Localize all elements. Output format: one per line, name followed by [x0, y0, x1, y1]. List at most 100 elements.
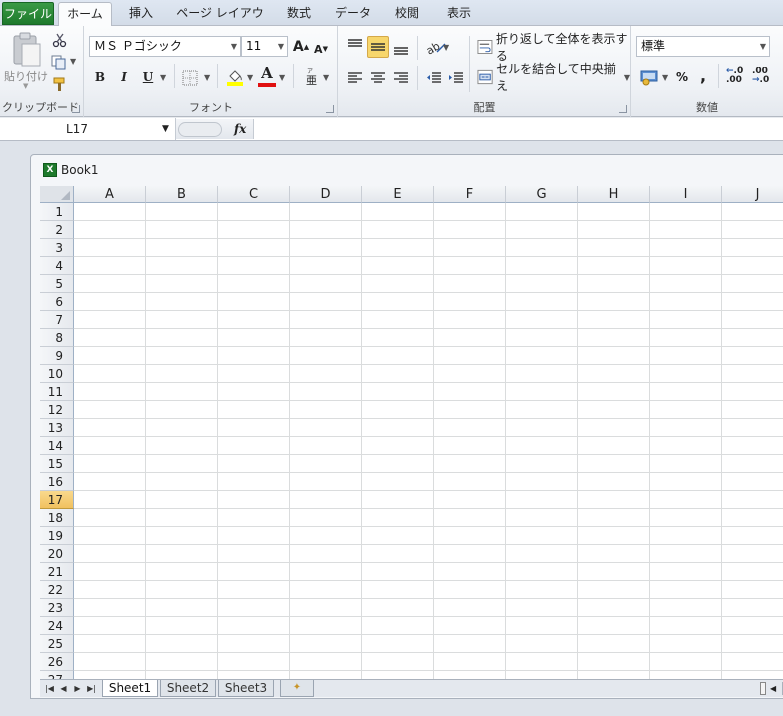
- sheet-tab-sheet1[interactable]: Sheet1: [102, 680, 158, 697]
- row-header-13[interactable]: 13: [40, 419, 74, 437]
- tab-page-layout[interactable]: ページ レイアウト: [172, 2, 268, 42]
- align-center-icon[interactable]: [369, 70, 387, 86]
- decrease-decimal-button[interactable]: .00 →.0: [752, 67, 774, 87]
- copy-icon[interactable]: [51, 54, 69, 70]
- copy-dropdown-icon[interactable]: ▼: [70, 57, 76, 66]
- format-painter-icon[interactable]: [52, 76, 68, 92]
- row-header-11[interactable]: 11: [40, 383, 74, 401]
- row-header-23[interactable]: 23: [40, 599, 74, 617]
- underline-dropdown-icon[interactable]: ▼: [160, 73, 166, 82]
- row-header-24[interactable]: 24: [40, 617, 74, 635]
- row-header-19[interactable]: 19: [40, 527, 74, 545]
- scroll-split-icon[interactable]: [760, 682, 766, 695]
- column-header-f[interactable]: F: [434, 186, 506, 203]
- prev-sheet-icon[interactable]: ◀: [58, 682, 69, 695]
- alignment-launcher-icon[interactable]: [619, 105, 627, 113]
- name-box[interactable]: L17: [0, 118, 176, 140]
- grow-font-button[interactable]: A ▲: [292, 36, 310, 58]
- paste-button[interactable]: 貼り付け ▼: [4, 30, 48, 92]
- orientation-dropdown-icon[interactable]: ▼: [443, 43, 449, 52]
- percent-button[interactable]: %: [674, 66, 690, 88]
- insert-sheet-icon[interactable]: ✦: [280, 680, 314, 697]
- increase-indent-icon[interactable]: [447, 70, 465, 86]
- row-header-5[interactable]: 5: [40, 275, 74, 293]
- tab-view[interactable]: 表示: [440, 2, 478, 26]
- row-header-17[interactable]: 17: [40, 491, 74, 509]
- align-right-icon[interactable]: [392, 70, 410, 86]
- sheet-tab-sheet2[interactable]: Sheet2: [160, 680, 216, 697]
- decrease-indent-icon[interactable]: [425, 70, 443, 86]
- select-all-button[interactable]: [40, 186, 74, 203]
- row-header-2[interactable]: 2: [40, 221, 74, 239]
- row-header-12[interactable]: 12: [40, 401, 74, 419]
- row-header-1[interactable]: 1: [40, 203, 74, 221]
- fill-color-dropdown-icon[interactable]: ▼: [247, 73, 253, 82]
- row-header-4[interactable]: 4: [40, 257, 74, 275]
- font-name-dropdown-icon[interactable]: ▼: [231, 37, 237, 56]
- clipboard-launcher-icon[interactable]: [72, 105, 80, 113]
- column-header-i[interactable]: I: [650, 186, 722, 203]
- number-format-combo[interactable]: 標準 ▼: [636, 36, 770, 57]
- row-header-18[interactable]: 18: [40, 509, 74, 527]
- borders-dropdown-icon[interactable]: ▼: [204, 73, 210, 82]
- next-sheet-icon[interactable]: ▶: [72, 682, 83, 695]
- font-launcher-icon[interactable]: [326, 105, 334, 113]
- column-header-d[interactable]: D: [290, 186, 362, 203]
- align-left-icon[interactable]: [346, 70, 364, 86]
- row-header-16[interactable]: 16: [40, 473, 74, 491]
- first-sheet-icon[interactable]: |◀: [44, 682, 55, 695]
- column-header-g[interactable]: G: [506, 186, 578, 203]
- row-header-15[interactable]: 15: [40, 455, 74, 473]
- row-header-7[interactable]: 7: [40, 311, 74, 329]
- column-header-b[interactable]: B: [146, 186, 218, 203]
- last-sheet-icon[interactable]: ▶|: [86, 682, 97, 695]
- font-color-button[interactable]: A: [258, 64, 276, 82]
- formula-input[interactable]: [256, 118, 783, 140]
- row-header-6[interactable]: 6: [40, 293, 74, 311]
- phonetic-dropdown-icon[interactable]: ▼: [323, 73, 329, 82]
- accounting-dropdown-icon[interactable]: ▼: [662, 73, 668, 82]
- row-header-3[interactable]: 3: [40, 239, 74, 257]
- formula-splitter-handle[interactable]: [178, 122, 222, 137]
- row-header-25[interactable]: 25: [40, 635, 74, 653]
- tab-formulas[interactable]: 数式: [280, 2, 318, 26]
- column-header-e[interactable]: E: [362, 186, 434, 203]
- row-header-21[interactable]: 21: [40, 563, 74, 581]
- underline-button[interactable]: U: [139, 66, 157, 88]
- insert-function-icon[interactable]: fx: [234, 119, 246, 139]
- align-bottom-icon[interactable]: [391, 38, 411, 58]
- column-header-a[interactable]: A: [74, 186, 146, 203]
- number-format-dropdown-icon[interactable]: ▼: [760, 37, 766, 56]
- scroll-left-icon[interactable]: ◀: [770, 682, 776, 695]
- tab-insert[interactable]: 挿入: [122, 2, 160, 26]
- comma-button[interactable]: ,: [696, 64, 710, 86]
- tab-file[interactable]: ファイル: [2, 2, 54, 25]
- column-header-h[interactable]: H: [578, 186, 650, 203]
- row-header-27[interactable]: 27: [40, 671, 74, 679]
- fill-color-icon[interactable]: [226, 68, 244, 86]
- shrink-font-button[interactable]: A ▼: [313, 38, 329, 60]
- merge-center-dropdown-icon[interactable]: ▼: [624, 73, 630, 82]
- row-header-8[interactable]: 8: [40, 329, 74, 347]
- borders-icon[interactable]: [182, 70, 198, 86]
- tab-review[interactable]: 校閲: [388, 2, 426, 26]
- row-header-9[interactable]: 9: [40, 347, 74, 365]
- column-header-j[interactable]: J: [722, 186, 783, 203]
- row-header-26[interactable]: 26: [40, 653, 74, 671]
- font-name-combo[interactable]: ＭＳ Ｐゴシック ▼: [89, 36, 241, 57]
- horizontal-scrollbar[interactable]: ◀: [760, 682, 783, 695]
- merge-center-button[interactable]: セルを結合して中央揃え ▼: [477, 62, 630, 93]
- phonetic-guide-icon[interactable]: ア 亜: [303, 66, 319, 86]
- tab-home[interactable]: ホーム: [58, 2, 112, 27]
- name-box-dropdown-icon[interactable]: ▼: [162, 118, 169, 140]
- align-middle-button[interactable]: [367, 36, 389, 58]
- align-top-icon[interactable]: [345, 36, 365, 56]
- row-header-10[interactable]: 10: [40, 365, 74, 383]
- font-color-dropdown-icon[interactable]: ▼: [279, 73, 285, 82]
- column-header-c[interactable]: C: [218, 186, 290, 203]
- worksheet-grid[interactable]: ABCDEFGHIJ 1 2 3 4 5 6 7 8 9 10 11 12 13 14 15 16 17 18 19…: [40, 186, 783, 679]
- bold-button[interactable]: B: [91, 66, 109, 88]
- cut-icon[interactable]: [52, 32, 68, 48]
- wrap-text-button[interactable]: 折り返して全体を表示する: [477, 32, 630, 63]
- font-size-dropdown-icon[interactable]: ▼: [278, 37, 284, 56]
